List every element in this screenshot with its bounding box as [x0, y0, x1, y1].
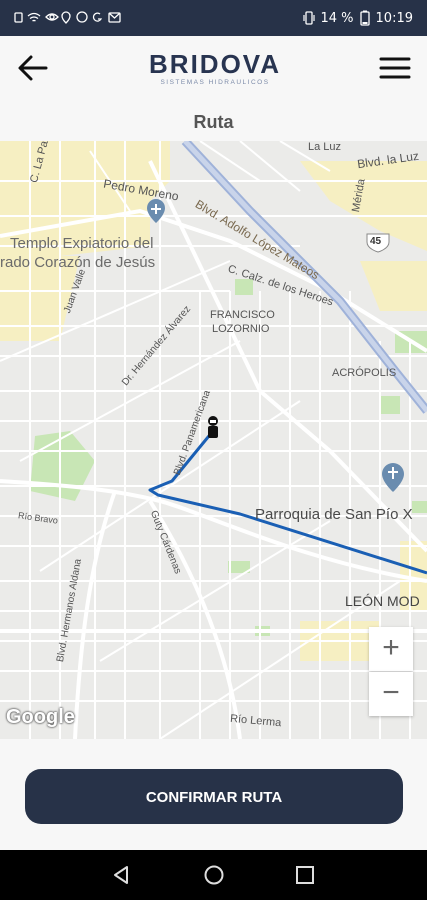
sim-icon: [14, 12, 23, 23]
google-icon: [92, 12, 103, 22]
notification-icons-svg: [14, 11, 121, 24]
current-location-marker: [208, 416, 218, 438]
nav-back-icon[interactable]: [110, 864, 132, 886]
app-header: BRIDOVA SISTEMAS HIDRAULICOS: [0, 36, 427, 100]
map-label-la-luz: La Luz: [308, 141, 342, 153]
nav-recents-icon[interactable]: [294, 864, 316, 886]
map-label-route-45: 45: [370, 236, 382, 247]
map-label-acropolis: ACRÓPOLIS: [332, 367, 397, 379]
clock: 10:19: [375, 10, 413, 26]
battery-icon: [359, 10, 370, 26]
logo-text: BRIDOVA: [149, 49, 281, 79]
location-icon: [61, 11, 71, 24]
drive-icon: [76, 11, 88, 23]
page-title: Ruta: [193, 112, 234, 132]
place-pin-parroquia[interactable]: [382, 463, 404, 492]
battery-percent: 14 %: [320, 10, 354, 26]
zoom-in-button[interactable]: +: [369, 627, 413, 671]
zoom-out-button[interactable]: −: [369, 672, 413, 716]
map-label-francisco-line1: FRANCISCO: [210, 309, 275, 321]
map-label-parroquia: Parroquia de San Pío X: [255, 506, 413, 523]
google-attribution[interactable]: Google: [6, 706, 75, 729]
wifi-icon: [27, 12, 41, 22]
route-map[interactable]: La Luz Blvd. la Luz C. La Paz Pedro More…: [0, 141, 427, 739]
status-bar: 14 % 10:19: [0, 0, 427, 36]
vibrate-icon: [302, 11, 315, 25]
map-label-templo-line1: Templo Expiatorio del: [10, 235, 154, 252]
brand-logo: BRIDOVA SISTEMAS HIDRAULICOS: [140, 50, 290, 94]
map-label-leon-mod: LEÓN MOD: [345, 593, 420, 609]
logo-subtitle: SISTEMAS HIDRAULICOS: [160, 79, 270, 86]
route-line: [148, 430, 427, 575]
back-arrow-icon[interactable]: [16, 50, 52, 86]
map-label-francisco-line2: LOZORNIO: [212, 323, 270, 335]
confirm-route-button[interactable]: CONFIRMAR RUTA: [25, 769, 403, 824]
hamburger-menu-icon[interactable]: [379, 52, 411, 84]
nav-home-icon[interactable]: [203, 864, 225, 886]
status-right: 14 % 10:19: [302, 10, 413, 26]
system-nav-bar: [0, 850, 427, 900]
notification-icons: [14, 10, 134, 24]
